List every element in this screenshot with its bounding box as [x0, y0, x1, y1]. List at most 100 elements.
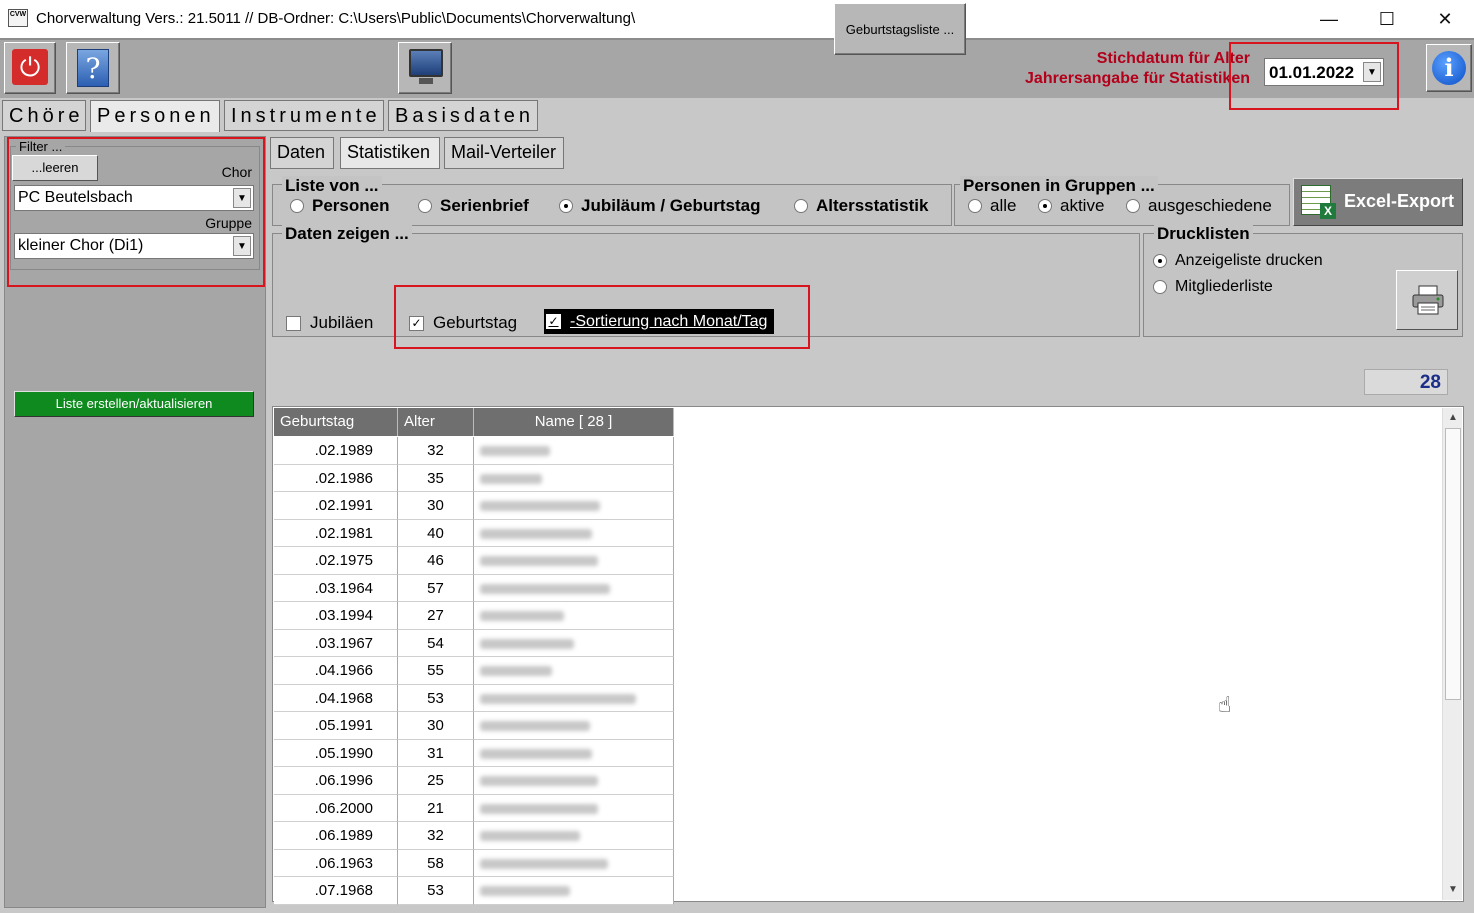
redacted-name-blur: [480, 666, 552, 677]
tab-statistiken[interactable]: Statistiken: [340, 137, 440, 169]
excel-export-button[interactable]: X Excel-Export: [1293, 178, 1463, 226]
table-row[interactable]: .06.2000 21: [274, 794, 674, 822]
tab-choere[interactable]: Chöre: [2, 100, 86, 131]
radio-mitgliederliste-dot: [1153, 280, 1167, 294]
tab-daten[interactable]: Daten: [270, 137, 334, 169]
table-row[interactable]: .02.1989 32: [274, 437, 674, 465]
table-row[interactable]: .06.1989 32: [274, 822, 674, 850]
scroll-down-icon[interactable]: ▼: [1445, 882, 1461, 898]
table-row[interactable]: .07.1968 53: [274, 877, 674, 905]
radio-anzeigeliste-dot: [1153, 254, 1167, 268]
radio-anzeigeliste[interactable]: Anzeigeliste drucken: [1153, 252, 1323, 270]
column-geburtstag[interactable]: Geburtstag: [274, 408, 398, 436]
radio-mitgliederliste[interactable]: Mitgliederliste: [1153, 278, 1273, 296]
cell-name-redacted: [474, 794, 674, 822]
radio-aktive[interactable]: aktive: [1038, 196, 1104, 216]
table-row[interactable]: .04.1966 55: [274, 657, 674, 685]
close-button[interactable]: ✕: [1416, 0, 1474, 38]
jubilaeen-checkbox[interactable]: Jubiläen: [286, 313, 373, 333]
print-button[interactable]: [1396, 270, 1458, 330]
personen-gruppen-legend: Personen in Gruppen ...: [960, 176, 1158, 196]
help-button[interactable]: ?: [66, 42, 120, 94]
table-row[interactable]: .03.1967 54: [274, 629, 674, 657]
cell-geburtstag: .02.1991: [274, 492, 398, 520]
redacted-name-blur: [480, 611, 564, 622]
cell-geburtstag: .03.1994: [274, 602, 398, 630]
column-name[interactable]: Name [ 28 ]: [474, 408, 674, 436]
cell-name-redacted: [474, 767, 674, 795]
radio-jubilaeum-dot: [559, 199, 573, 213]
redacted-name-blur: [480, 583, 610, 594]
tab-personen[interactable]: Personen: [90, 100, 220, 132]
redacted-name-blur: [480, 501, 600, 512]
cell-alter: 31: [398, 739, 474, 767]
radio-altersstatistik-label: Altersstatistik: [816, 196, 929, 215]
highlight-filter: [7, 137, 265, 287]
cell-alter: 30: [398, 712, 474, 740]
exit-button[interactable]: ⏻: [4, 42, 56, 94]
tab-basisdaten[interactable]: Basisdaten: [388, 100, 538, 131]
table-row[interactable]: .02.1975 46: [274, 547, 674, 575]
geburtstagsliste-button[interactable]: Geburtstagsliste ...: [834, 3, 966, 55]
radio-altersstatistik-dot: [794, 199, 808, 213]
cell-name-redacted: [474, 464, 674, 492]
table-row[interactable]: .02.1991 30: [274, 492, 674, 520]
minimize-button[interactable]: —: [1300, 0, 1358, 38]
grid-header: Geburtstag Alter Name [ 28 ]: [274, 408, 674, 436]
radio-ausgeschiedene[interactable]: ausgeschiedene: [1126, 196, 1272, 216]
cell-name-redacted: [474, 492, 674, 520]
radio-alle-label: alle: [990, 196, 1017, 215]
cell-alter: 30: [398, 492, 474, 520]
excel-export-label: Excel-Export: [1344, 191, 1455, 211]
cell-geburtstag: .02.1989: [274, 437, 398, 465]
table-row[interactable]: .02.1981 40: [274, 519, 674, 547]
radio-alle[interactable]: alle: [968, 196, 1016, 216]
radio-altersstatistik[interactable]: Altersstatistik: [794, 196, 928, 216]
cell-geburtstag: .04.1966: [274, 657, 398, 685]
daten-zeigen-legend: Daten zeigen ...: [282, 224, 412, 244]
cell-alter: 58: [398, 849, 474, 877]
vertical-scrollbar[interactable]: ▲ ▼: [1442, 408, 1462, 900]
radio-serienbrief[interactable]: Serienbrief: [418, 196, 529, 216]
scroll-up-icon[interactable]: ▲: [1445, 410, 1461, 426]
table-row[interactable]: .06.1996 25: [274, 767, 674, 795]
radio-personen-label: Personen: [312, 196, 390, 215]
cell-alter: 32: [398, 437, 474, 465]
tab-instrumente[interactable]: Instrumente: [224, 100, 384, 131]
cell-name-redacted: [474, 684, 674, 712]
screen-button[interactable]: [398, 42, 452, 94]
cell-geburtstag: .06.2000: [274, 794, 398, 822]
stichdatum-line2: Jahrersangabe für Statistiken: [1025, 70, 1250, 87]
cell-alter: 54: [398, 629, 474, 657]
radio-personen[interactable]: Personen: [290, 196, 389, 216]
redacted-name-blur: [480, 858, 608, 869]
cell-name-redacted: [474, 574, 674, 602]
column-alter[interactable]: Alter: [398, 408, 474, 436]
liste-erstellen-button[interactable]: Liste erstellen/aktualisieren: [14, 391, 254, 417]
maximize-button[interactable]: ☐: [1358, 0, 1416, 38]
cell-name-redacted: [474, 849, 674, 877]
info-button[interactable]: i: [1426, 44, 1472, 92]
scroll-thumb[interactable]: [1445, 428, 1461, 700]
table-row[interactable]: .02.1986 35: [274, 464, 674, 492]
cell-name-redacted: [474, 739, 674, 767]
redacted-name-blur: [480, 693, 636, 704]
cell-alter: 40: [398, 519, 474, 547]
table-row[interactable]: .03.1994 27: [274, 602, 674, 630]
table-row[interactable]: .05.1990 31: [274, 739, 674, 767]
redacted-name-blur: [480, 831, 580, 842]
table-row[interactable]: .06.1963 58: [274, 849, 674, 877]
monitor-stand: [419, 78, 433, 84]
tab-mail-verteiler[interactable]: Mail-Verteiler: [444, 137, 564, 169]
redacted-name-blur: [480, 473, 542, 484]
window-title: Chorverwaltung Vers.: 21.5011 // DB-Ordn…: [36, 10, 636, 27]
table-row[interactable]: .05.1991 30: [274, 712, 674, 740]
cell-name-redacted: [474, 602, 674, 630]
cell-alter: 46: [398, 547, 474, 575]
redacted-name-blur: [480, 748, 592, 759]
redacted-name-blur: [480, 528, 592, 539]
radio-ausgeschiedene-dot: [1126, 199, 1140, 213]
radio-jubilaeum-geburtstag[interactable]: Jubiläum / Geburtstag: [559, 196, 760, 216]
table-row[interactable]: .04.1968 53: [274, 684, 674, 712]
table-row[interactable]: .03.1964 57: [274, 574, 674, 602]
